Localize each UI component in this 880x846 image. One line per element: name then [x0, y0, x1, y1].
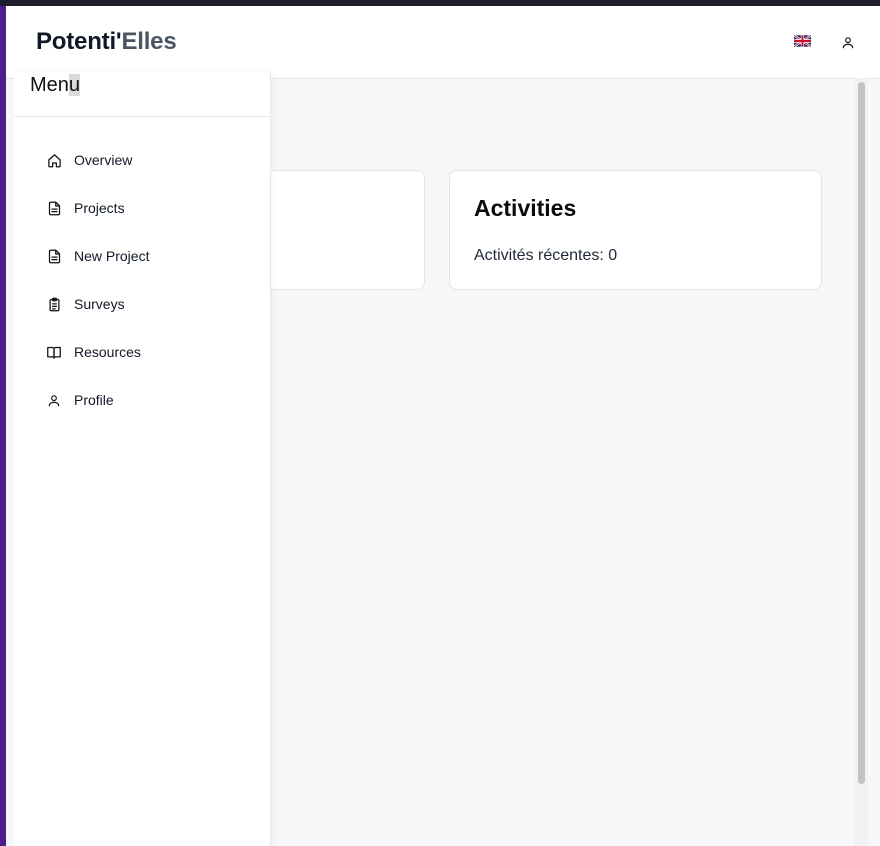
- top-header: Potenti'Elles: [6, 6, 880, 79]
- activities-card: Activities Activités récentes: 0: [449, 170, 822, 290]
- user-menu-button[interactable]: [838, 32, 858, 52]
- sidebar-item-label: Overview: [74, 152, 133, 168]
- sidebar-nav: Overview Projects New Project Surveys Re…: [30, 136, 254, 424]
- document-icon: [46, 200, 62, 216]
- document-icon: [46, 248, 62, 264]
- sidebar-title: Menu: [30, 74, 81, 97]
- sidebar-title-cursor-char: u: [68, 74, 81, 96]
- scrollbar-thumb[interactable]: [858, 82, 865, 784]
- sidebar-item-new-project[interactable]: New Project: [30, 232, 254, 280]
- sidebar-item-label: Projects: [74, 200, 125, 216]
- user-icon: [842, 36, 854, 48]
- sidebar-item-label: Resources: [74, 344, 141, 360]
- user-icon: [46, 392, 62, 408]
- uk-flag-icon[interactable]: [793, 34, 812, 48]
- activities-title: Activities: [474, 195, 577, 221]
- brand-name-part2: Elles: [121, 28, 177, 55]
- sidebar-item-resources[interactable]: Resources: [30, 328, 254, 376]
- sidebar-item-overview[interactable]: Overview: [30, 136, 254, 184]
- sidebar-item-label: Surveys: [74, 296, 125, 312]
- sidebar-item-projects[interactable]: Projects: [30, 184, 254, 232]
- home-icon: [46, 152, 62, 168]
- brand-name-part1: Potenti': [36, 28, 122, 55]
- brand-logo[interactable]: Potenti'Elles: [36, 28, 177, 56]
- sidebar-item-profile[interactable]: Profile: [30, 376, 254, 424]
- sidebar-item-surveys[interactable]: Surveys: [30, 280, 254, 328]
- sidebar-menu: Menu Overview Projects New Project Surve…: [14, 72, 271, 846]
- book-open-icon: [46, 344, 62, 360]
- sidebar-item-label: New Project: [74, 248, 150, 264]
- recent-activities-count: Activités récentes: 0: [474, 247, 618, 264]
- sidebar-item-label: Profile: [74, 392, 114, 408]
- sidebar-divider: [14, 116, 270, 117]
- sidebar-title-text: Men: [30, 74, 69, 96]
- clipboard-list-icon: [46, 296, 62, 312]
